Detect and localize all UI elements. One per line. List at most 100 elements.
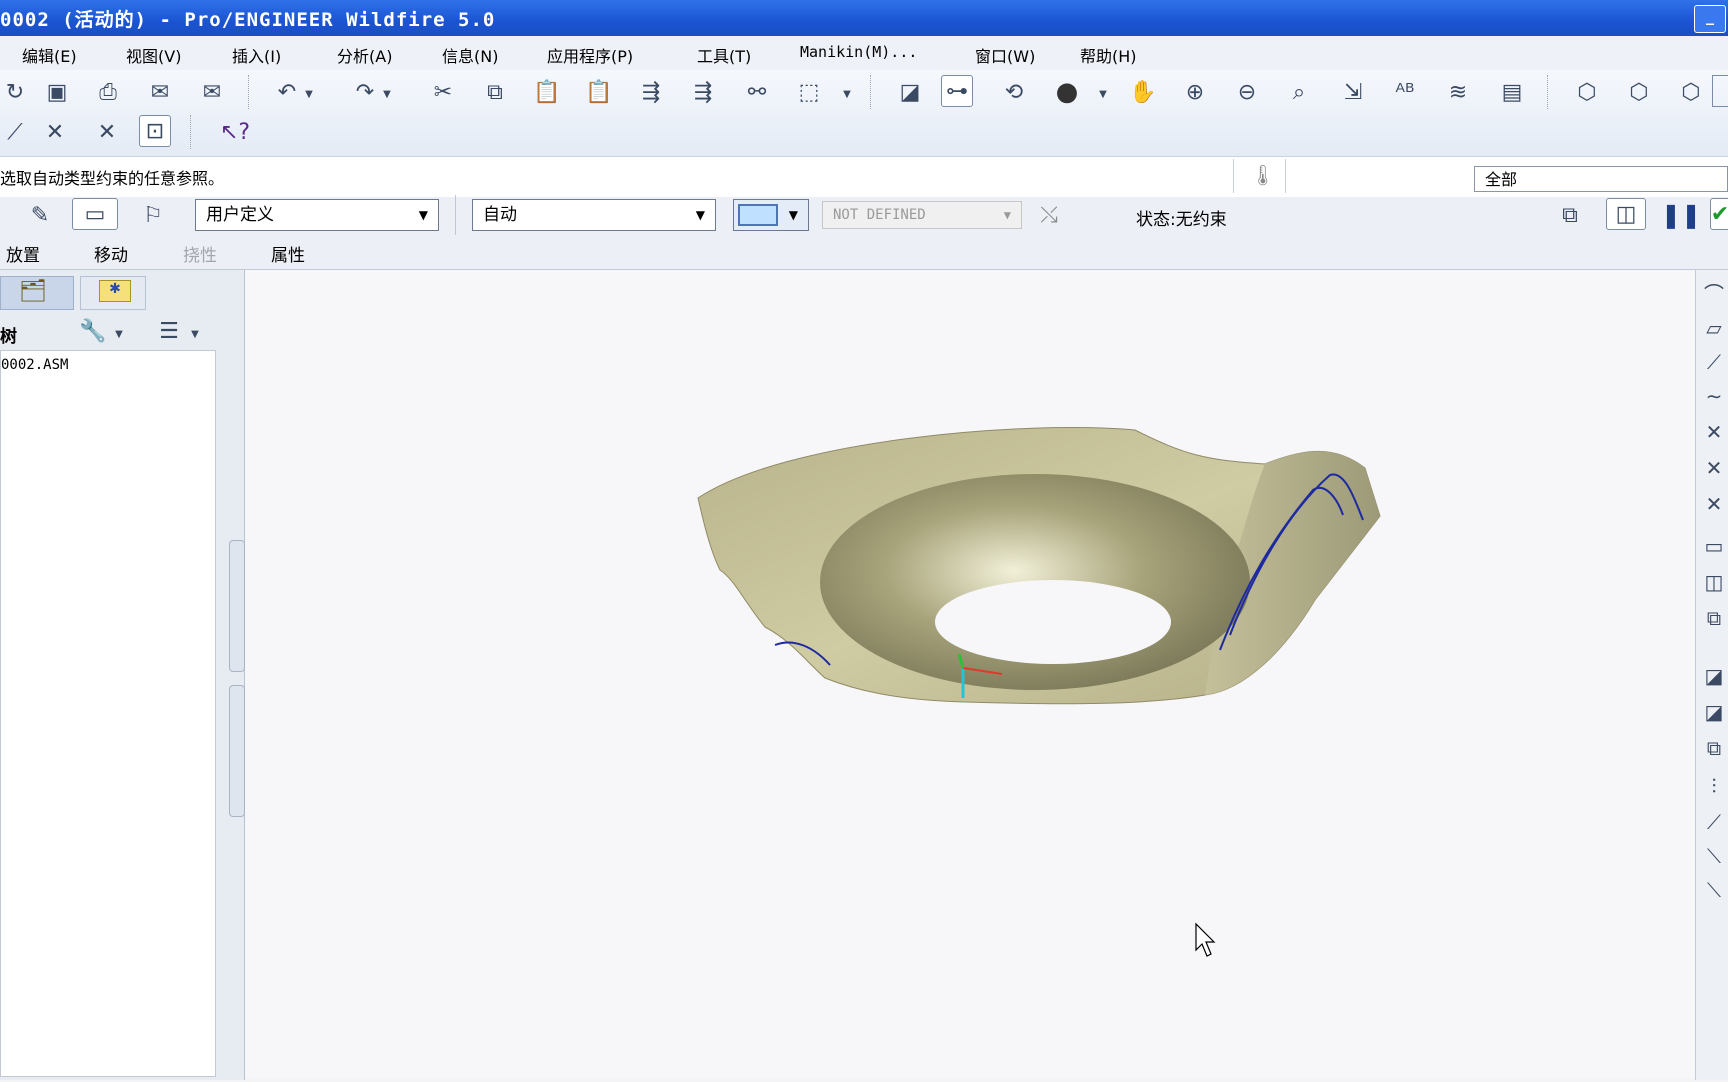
tree-settings-icon[interactable]: 🔧	[78, 316, 108, 346]
datum-csys-icon[interactable]: ⊡	[139, 115, 171, 147]
assembly-window-icon[interactable]: ◫	[1606, 198, 1646, 230]
confirm-icon[interactable]: ✔	[1710, 198, 1728, 230]
pause-icon[interactable]: ❚❚	[1661, 200, 1701, 230]
chevron-down-icon[interactable]: ▼	[112, 319, 126, 349]
flag-icon[interactable]: ⚐	[138, 200, 168, 230]
extrude-icon[interactable]: ◪	[1700, 700, 1728, 728]
revolve-icon[interactable]: ⧉	[1700, 736, 1728, 764]
flip-direction-select[interactable]: ▼	[733, 199, 809, 231]
menu-manikin[interactable]: Manikin(M)...	[800, 43, 917, 61]
reorient-icon[interactable]: ⇲	[1338, 77, 1368, 107]
shaded-mode-icon[interactable]	[1712, 75, 1728, 107]
show-menu-icon[interactable]: ☰	[154, 316, 184, 346]
plane-icon[interactable]: ▱	[1700, 316, 1728, 344]
datum-point-icon[interactable]: ✕	[40, 117, 70, 147]
point-offset-icon[interactable]: ✕	[1700, 456, 1728, 484]
menu-insert[interactable]: 插入(I)	[232, 43, 281, 67]
menu-applications[interactable]: 应用程序(P)	[547, 43, 633, 67]
tab-flexibility[interactable]: 挠性	[183, 241, 217, 266]
menu-analysis[interactable]: 分析(A)	[337, 43, 392, 67]
menu-view[interactable]: 视图(V)	[126, 43, 181, 67]
curve-icon[interactable]: ∼	[1700, 384, 1728, 412]
pattern-icon[interactable]: ⫶	[1700, 774, 1728, 802]
tab-properties[interactable]: 属性	[271, 241, 305, 266]
constraint-type-select[interactable]: 自动 ▼	[472, 199, 716, 231]
saved-views-icon[interactable]: ▤	[1497, 77, 1527, 107]
component-interface-icon[interactable]: ✎	[25, 200, 55, 230]
print-icon[interactable]: ⎙	[93, 77, 123, 107]
create-component-icon[interactable]: ◫	[1700, 570, 1728, 598]
axis-icon[interactable]: ⟋	[1700, 350, 1728, 378]
annotation-icon[interactable]: ᴬᴮ	[1390, 77, 1420, 107]
tab-move[interactable]: 移动	[94, 241, 128, 266]
point-icon[interactable]: ✕	[1700, 420, 1728, 448]
wireframe-icon[interactable]: ⬡	[1572, 77, 1602, 107]
paste-icon[interactable]: 📋	[532, 77, 562, 107]
redo-icon[interactable]: ↷	[350, 77, 380, 107]
repaint-icon[interactable]: ◪	[895, 77, 925, 107]
layers-icon[interactable]: ≋	[1443, 77, 1473, 107]
tab-placement[interactable]: 放置	[6, 241, 40, 266]
select-box-icon[interactable]: ⬚	[794, 77, 824, 107]
zoom-out-icon[interactable]: ⊖	[1232, 77, 1262, 107]
component-icon[interactable]: ▭	[1700, 534, 1728, 562]
copy-icon[interactable]: ⧉	[480, 77, 510, 107]
sketch-curve-icon[interactable]: ⌒	[1700, 278, 1728, 306]
package-icon[interactable]: ▭	[72, 198, 118, 230]
tab-model-tree[interactable]: 🗂	[0, 276, 74, 310]
menu-window[interactable]: 窗口(W)	[975, 43, 1035, 67]
hidden-line-icon[interactable]: ⬡	[1624, 77, 1654, 107]
email-icon[interactable]: ✉	[145, 77, 175, 107]
regen-manager-icon[interactable]: ⇶	[688, 77, 718, 107]
window-title: 0002 (活动的) - Pro/ENGINEER Wildfire 5.0	[0, 9, 496, 31]
redo-dropdown-icon[interactable]: ▼	[380, 79, 394, 109]
mirror-icon[interactable]: ⟋	[1700, 810, 1728, 838]
datum-axes-icon[interactable]: ⊶	[941, 75, 973, 107]
datum-plane-icon[interactable]: ⟋	[0, 117, 30, 147]
refit-icon[interactable]: ⌕	[1284, 77, 1314, 107]
shading-dropdown-icon[interactable]: ▼	[1096, 79, 1110, 109]
pan-icon[interactable]: ✋	[1128, 77, 1158, 107]
hole-icon[interactable]: ◪	[1700, 664, 1728, 692]
selection-filter-select[interactable]: 全部	[1474, 166, 1728, 192]
offset-input[interactable]: NOT DEFINED ▼	[822, 201, 1022, 229]
splitter-handle[interactable]	[229, 685, 245, 817]
menu-help[interactable]: 帮助(H)	[1080, 43, 1137, 67]
menu-edit[interactable]: 编辑(E)	[22, 43, 77, 67]
no-hidden-icon[interactable]: ⬡	[1676, 77, 1706, 107]
datum-point-multi-icon[interactable]: ✕	[92, 117, 122, 147]
undo-dropdown-icon[interactable]: ▼	[302, 79, 316, 109]
spin-center-icon[interactable]: ⟲	[999, 77, 1029, 107]
chevron-down-icon[interactable]: ▼	[188, 319, 202, 349]
swap-icon[interactable]: ⤯	[1034, 200, 1064, 230]
cut-icon[interactable]: ✂	[428, 77, 458, 107]
tab-favorites[interactable]: ✱	[80, 276, 146, 310]
graphics-window[interactable]	[245, 270, 1695, 1078]
assemble-icon[interactable]: ⧉	[1700, 606, 1728, 634]
regenerate-icon[interactable]: ⇶	[636, 77, 666, 107]
paste-special-icon[interactable]: 📋	[584, 77, 614, 107]
trim-icon[interactable]: ⟍	[1700, 844, 1728, 872]
shading-icon[interactable]: ●	[1052, 77, 1082, 107]
undo-icon[interactable]: ↶	[272, 77, 302, 107]
model-view	[697, 427, 1381, 957]
menu-tools[interactable]: 工具(T)	[697, 43, 751, 67]
merge-icon[interactable]: ⟍	[1700, 878, 1728, 906]
whats-this-help-icon[interactable]: ↖?	[220, 117, 250, 147]
toolbar-separator	[248, 75, 251, 109]
minimize-button[interactable]: _	[1694, 5, 1726, 33]
find-icon[interactable]: ⚯	[742, 77, 772, 107]
assembly-part[interactable]	[697, 427, 1381, 705]
smart-filter-icon[interactable]: 🌡	[1250, 163, 1275, 187]
menu-info[interactable]: 信息(N)	[442, 43, 498, 67]
csys-icon[interactable]: ✕	[1700, 492, 1728, 520]
open-icon[interactable]: ↻	[0, 77, 30, 107]
save-icon[interactable]: ▣	[42, 77, 72, 107]
zoom-in-icon[interactable]: ⊕	[1180, 77, 1210, 107]
splitter-handle[interactable]	[229, 540, 245, 672]
constraint-set-select[interactable]: 用户定义 ▼	[195, 199, 439, 231]
select-dropdown-icon[interactable]: ▼	[840, 79, 854, 109]
email-link-icon[interactable]: ✉	[197, 77, 227, 107]
separate-window-icon[interactable]: ⧉	[1555, 200, 1585, 230]
tree-root-item[interactable]: 0002.ASM	[1, 357, 68, 373]
